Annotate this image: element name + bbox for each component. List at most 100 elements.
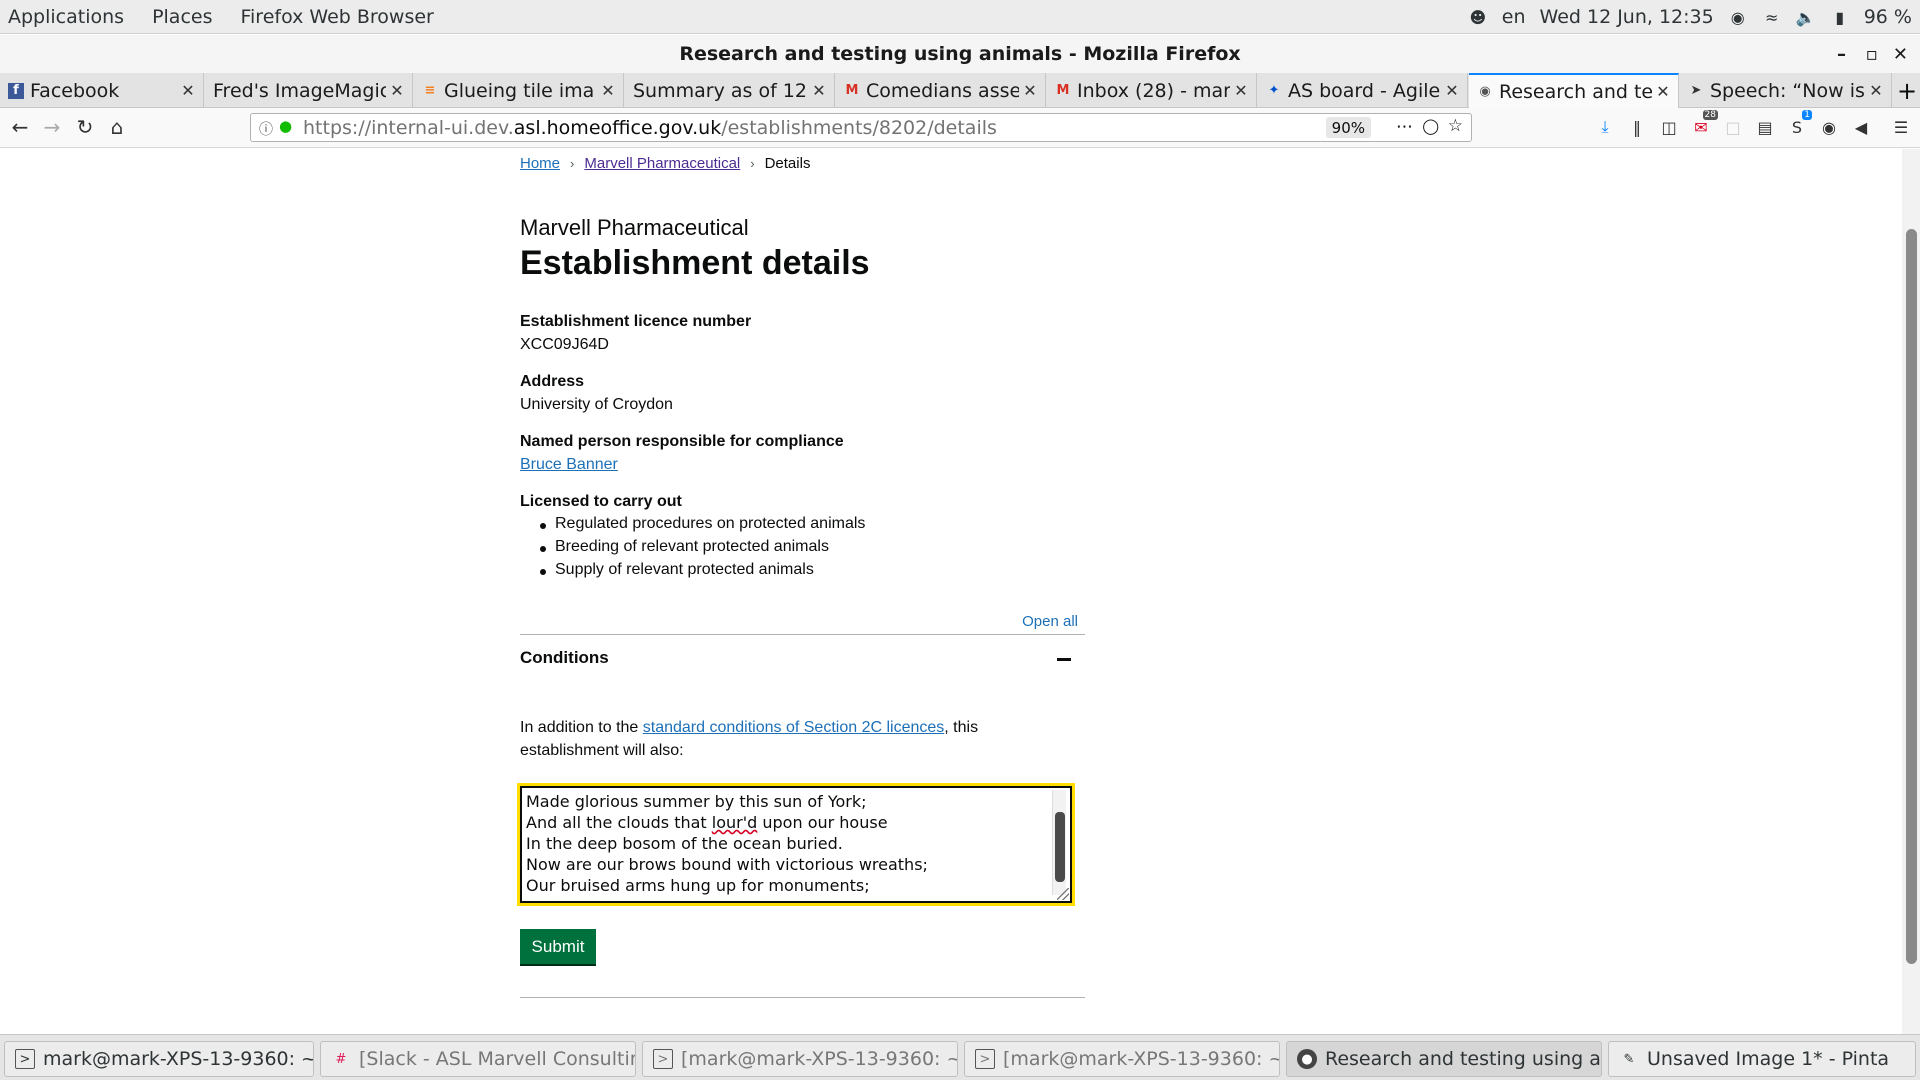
slack-icon: #: [335, 1051, 347, 1067]
scrollbar-thumb[interactable]: [1906, 229, 1917, 964]
breadcrumb: Home › Marvell Pharmaceutical › Details: [520, 155, 810, 172]
licensed-list: Regulated procedures on protected animal…: [539, 515, 865, 584]
conditions-textarea[interactable]: Made glorious summer by this sun of York…: [517, 783, 1075, 906]
mail-ext-icon[interactable]: ✉ 28: [1690, 110, 1718, 138]
lock-icon[interactable]: ●: [279, 117, 292, 135]
home-icon[interactable]: ⌂: [104, 114, 130, 140]
tab-summary[interactable]: Summary as of 12 ✕: [625, 73, 835, 108]
taskbar-terminal-1[interactable]: > mark@mark-XPS-13-9360: ~/...: [4, 1041, 314, 1077]
tab-glueing-tile[interactable]: ≡ Glueing tile ima ✕: [414, 73, 624, 108]
taskbar-terminal-2[interactable]: > [mark@mark-XPS-13-9360: ~/...: [642, 1041, 958, 1077]
s-ext-icon[interactable]: S1: [1786, 110, 1812, 138]
resize-handle-icon[interactable]: [1057, 888, 1069, 900]
taskbar-slack[interactable]: # [Slack - ASL Marvell Consulting]: [320, 1041, 636, 1077]
library-icon[interactable]: ‖: [1626, 116, 1648, 138]
taskbar-terminal-3[interactable]: > [mark@mark-XPS-13-9360: ~/...: [964, 1041, 1280, 1077]
tab-as-board[interactable]: ✦ AS board - Agile ✕: [1258, 73, 1468, 108]
close-tab-icon[interactable]: ✕: [1865, 81, 1887, 100]
textarea-scrollbar[interactable]: [1052, 790, 1066, 895]
submit-button[interactable]: Submit: [520, 929, 596, 964]
licence-number-label: Establishment licence number: [520, 313, 752, 330]
url-bar[interactable]: ⓘ ● https://internal-ui.dev.asl.homeoffi…: [250, 113, 1472, 142]
tab-research[interactable]: ◉ Research and te ✕: [1469, 73, 1679, 108]
conditions-title: Conditions: [520, 648, 609, 667]
breadcrumb-current: Details: [764, 155, 811, 172]
battery-icon[interactable]: ▮: [1830, 7, 1850, 27]
close-tab-icon[interactable]: ✕: [808, 81, 830, 100]
page-scrollbar[interactable]: [1902, 149, 1920, 1034]
zoom-indicator[interactable]: 90%: [1325, 117, 1371, 138]
close-window-icon[interactable]: ✕: [1893, 35, 1908, 73]
scrollbar-thumb[interactable]: [1055, 812, 1065, 882]
close-tab-icon[interactable]: ✕: [1019, 81, 1041, 100]
terminal-icon: >: [15, 1049, 35, 1069]
standard-conditions-link[interactable]: standard conditions of Section 2C licenc…: [643, 719, 945, 736]
maximize-icon[interactable]: ▫: [1866, 35, 1878, 73]
open-all-link[interactable]: Open all: [1022, 613, 1078, 630]
close-tab-icon[interactable]: ✕: [1441, 81, 1463, 100]
breadcrumb-home[interactable]: Home: [520, 155, 560, 172]
terminal-icon: >: [653, 1049, 673, 1069]
info-icon[interactable]: ⓘ: [259, 119, 273, 139]
tab-facebook[interactable]: f Facebook ✕: [0, 73, 204, 108]
pinta-icon: ✎: [1623, 1051, 1635, 1067]
page-actions-icon[interactable]: ⋯: [1396, 117, 1413, 137]
list-item: Breeding of relevant protected animals: [539, 538, 865, 561]
tab-comedians[interactable]: M Comedians asse ✕: [836, 73, 1046, 108]
active-app-menu[interactable]: Firefox Web Browser: [240, 6, 433, 28]
page-title: Establishment details: [520, 244, 870, 282]
account-ext-icon[interactable]: ◉: [1818, 116, 1840, 138]
record-icon[interactable]: ◉: [1728, 7, 1748, 27]
navigation-toolbar: ← → ↻ ⌂ ⓘ ● https://internal-ui.dev.asl.…: [0, 108, 1920, 148]
volume-icon[interactable]: 🔈: [1796, 7, 1816, 27]
back-icon[interactable]: ←: [7, 114, 33, 140]
mouse-favicon-icon: ◉: [1479, 84, 1491, 99]
misspelled-word: lour'd: [711, 813, 758, 832]
tab-inbox[interactable]: M Inbox (28) - mar ✕: [1047, 73, 1257, 108]
terminal-icon: >: [975, 1049, 995, 1069]
divider: [520, 997, 1085, 998]
clock[interactable]: Wed 12 Jun, 12:35: [1540, 6, 1714, 28]
close-tab-icon[interactable]: ✕: [1230, 81, 1252, 100]
close-tab-icon[interactable]: ✕: [597, 81, 619, 100]
hamburger-menu-icon[interactable]: ☰: [1890, 116, 1912, 138]
url-text[interactable]: https://internal-ui.dev.asl.homeoffice.g…: [303, 117, 997, 139]
pocket-icon[interactable]: ◯: [1422, 117, 1439, 135]
system-top-bar: Applications Places Firefox Web Browser …: [0, 0, 1920, 34]
bookmark-star-icon[interactable]: ☆: [1448, 116, 1463, 136]
minimize-icon[interactable]: –: [1837, 35, 1846, 73]
forward-icon[interactable]: →: [39, 114, 65, 140]
breadcrumb-establishment[interactable]: Marvell Pharmaceutical: [584, 155, 740, 172]
textarea-content[interactable]: Made glorious summer by this sun of York…: [526, 791, 1046, 896]
close-tab-icon[interactable]: ✕: [1652, 82, 1674, 101]
stackoverflow-icon: ≡: [424, 83, 436, 98]
close-tab-icon[interactable]: ✕: [386, 81, 408, 100]
tab-imagemagick[interactable]: Fred's ImageMagic ✕: [205, 73, 413, 108]
gmail-icon: M: [845, 83, 859, 98]
ext-placeholder-icon[interactable]: □: [1722, 116, 1744, 138]
window-title-bar: Research and testing using animals - Moz…: [0, 35, 1920, 73]
collapse-minus-icon[interactable]: [1057, 658, 1071, 661]
privacy-ext-icon[interactable]: ◀: [1850, 116, 1872, 138]
sidebar-icon[interactable]: ◫: [1658, 116, 1680, 138]
document-icon[interactable]: ▤: [1754, 116, 1776, 138]
new-tab-icon[interactable]: +: [1894, 73, 1920, 108]
reload-icon[interactable]: ↻: [72, 114, 98, 140]
applications-menu[interactable]: Applications: [8, 6, 124, 28]
places-menu[interactable]: Places: [152, 6, 212, 28]
wifi-icon[interactable]: ≈: [1762, 7, 1782, 27]
speech-favicon-icon: ➤: [1690, 83, 1702, 98]
gmail-icon: M: [1056, 83, 1070, 98]
close-tab-icon[interactable]: ✕: [177, 81, 199, 100]
npc-link[interactable]: Bruce Banner: [520, 456, 618, 474]
accessibility-icon[interactable]: ☻: [1468, 7, 1488, 27]
downloads-icon[interactable]: ⤓: [1594, 116, 1616, 138]
chevron-right-icon: ›: [570, 156, 575, 171]
taskbar-firefox[interactable]: ● Research and testing using an...: [1286, 1041, 1602, 1077]
taskbar-pinta[interactable]: ✎ Unsaved Image 1* - Pinta: [1608, 1041, 1916, 1077]
establishment-caption: Marvell Pharmaceutical: [520, 215, 749, 240]
conditions-accordion-header[interactable]: Conditions: [520, 643, 1085, 683]
keyboard-layout[interactable]: en: [1502, 6, 1526, 28]
tab-speech[interactable]: ➤ Speech: “Now is ✕: [1680, 73, 1892, 108]
facebook-icon: f: [8, 82, 24, 99]
